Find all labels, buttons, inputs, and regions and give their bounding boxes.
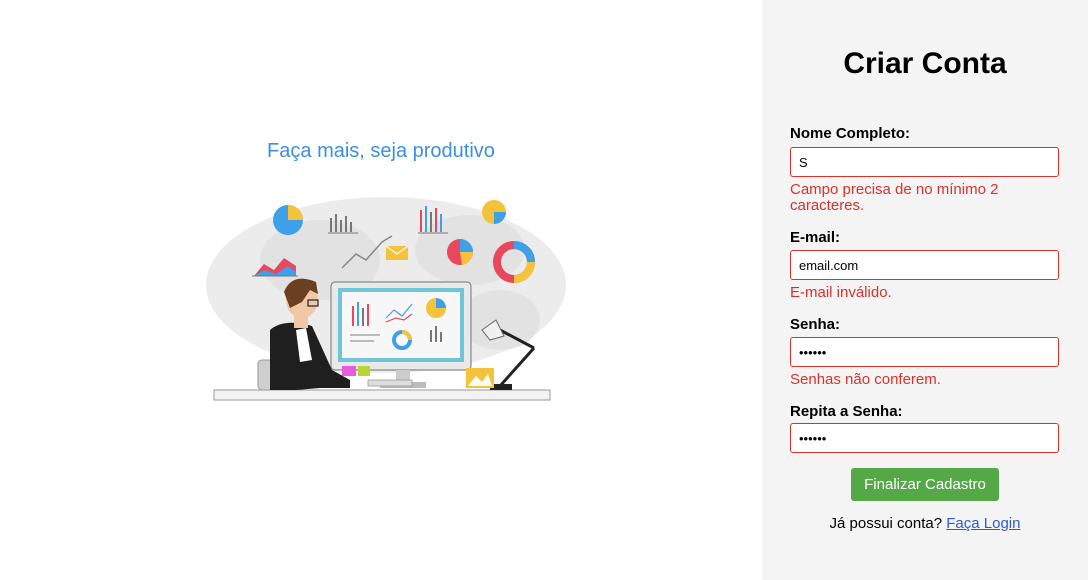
- login-prompt-text: Já possui conta?: [829, 515, 943, 532]
- submit-button[interactable]: Finalizar Cadastro: [851, 468, 999, 501]
- repeat-password-label: Repita a Senha:: [790, 403, 903, 420]
- email-error: E-mail inválido.: [790, 284, 892, 301]
- email-label: E-mail:: [790, 229, 841, 246]
- password-label: Senha:: [790, 316, 841, 333]
- password-input[interactable]: [790, 337, 1059, 367]
- signup-panel: Criar Conta Nome Completo: Campo precisa…: [762, 0, 1088, 580]
- login-prompt-line: Já possui conta? Faça Login: [762, 515, 1088, 532]
- full-name-label: Nome Completo:: [790, 125, 910, 142]
- full-name-input[interactable]: [790, 147, 1059, 177]
- form-title: Criar Conta: [843, 47, 1007, 80]
- password-error: Senhas não conferem.: [790, 371, 941, 388]
- full-name-error: Campo precisa de no mínimo 2 caracteres.: [790, 181, 999, 214]
- productivity-illustration: [206, 197, 566, 401]
- login-link[interactable]: Faça Login: [946, 515, 1020, 532]
- left-panel: Faça mais, seja produtivo: [0, 0, 762, 580]
- tagline: Faça mais, seja produtivo: [267, 140, 495, 162]
- email-input[interactable]: [790, 250, 1059, 280]
- repeat-password-input[interactable]: [790, 423, 1059, 453]
